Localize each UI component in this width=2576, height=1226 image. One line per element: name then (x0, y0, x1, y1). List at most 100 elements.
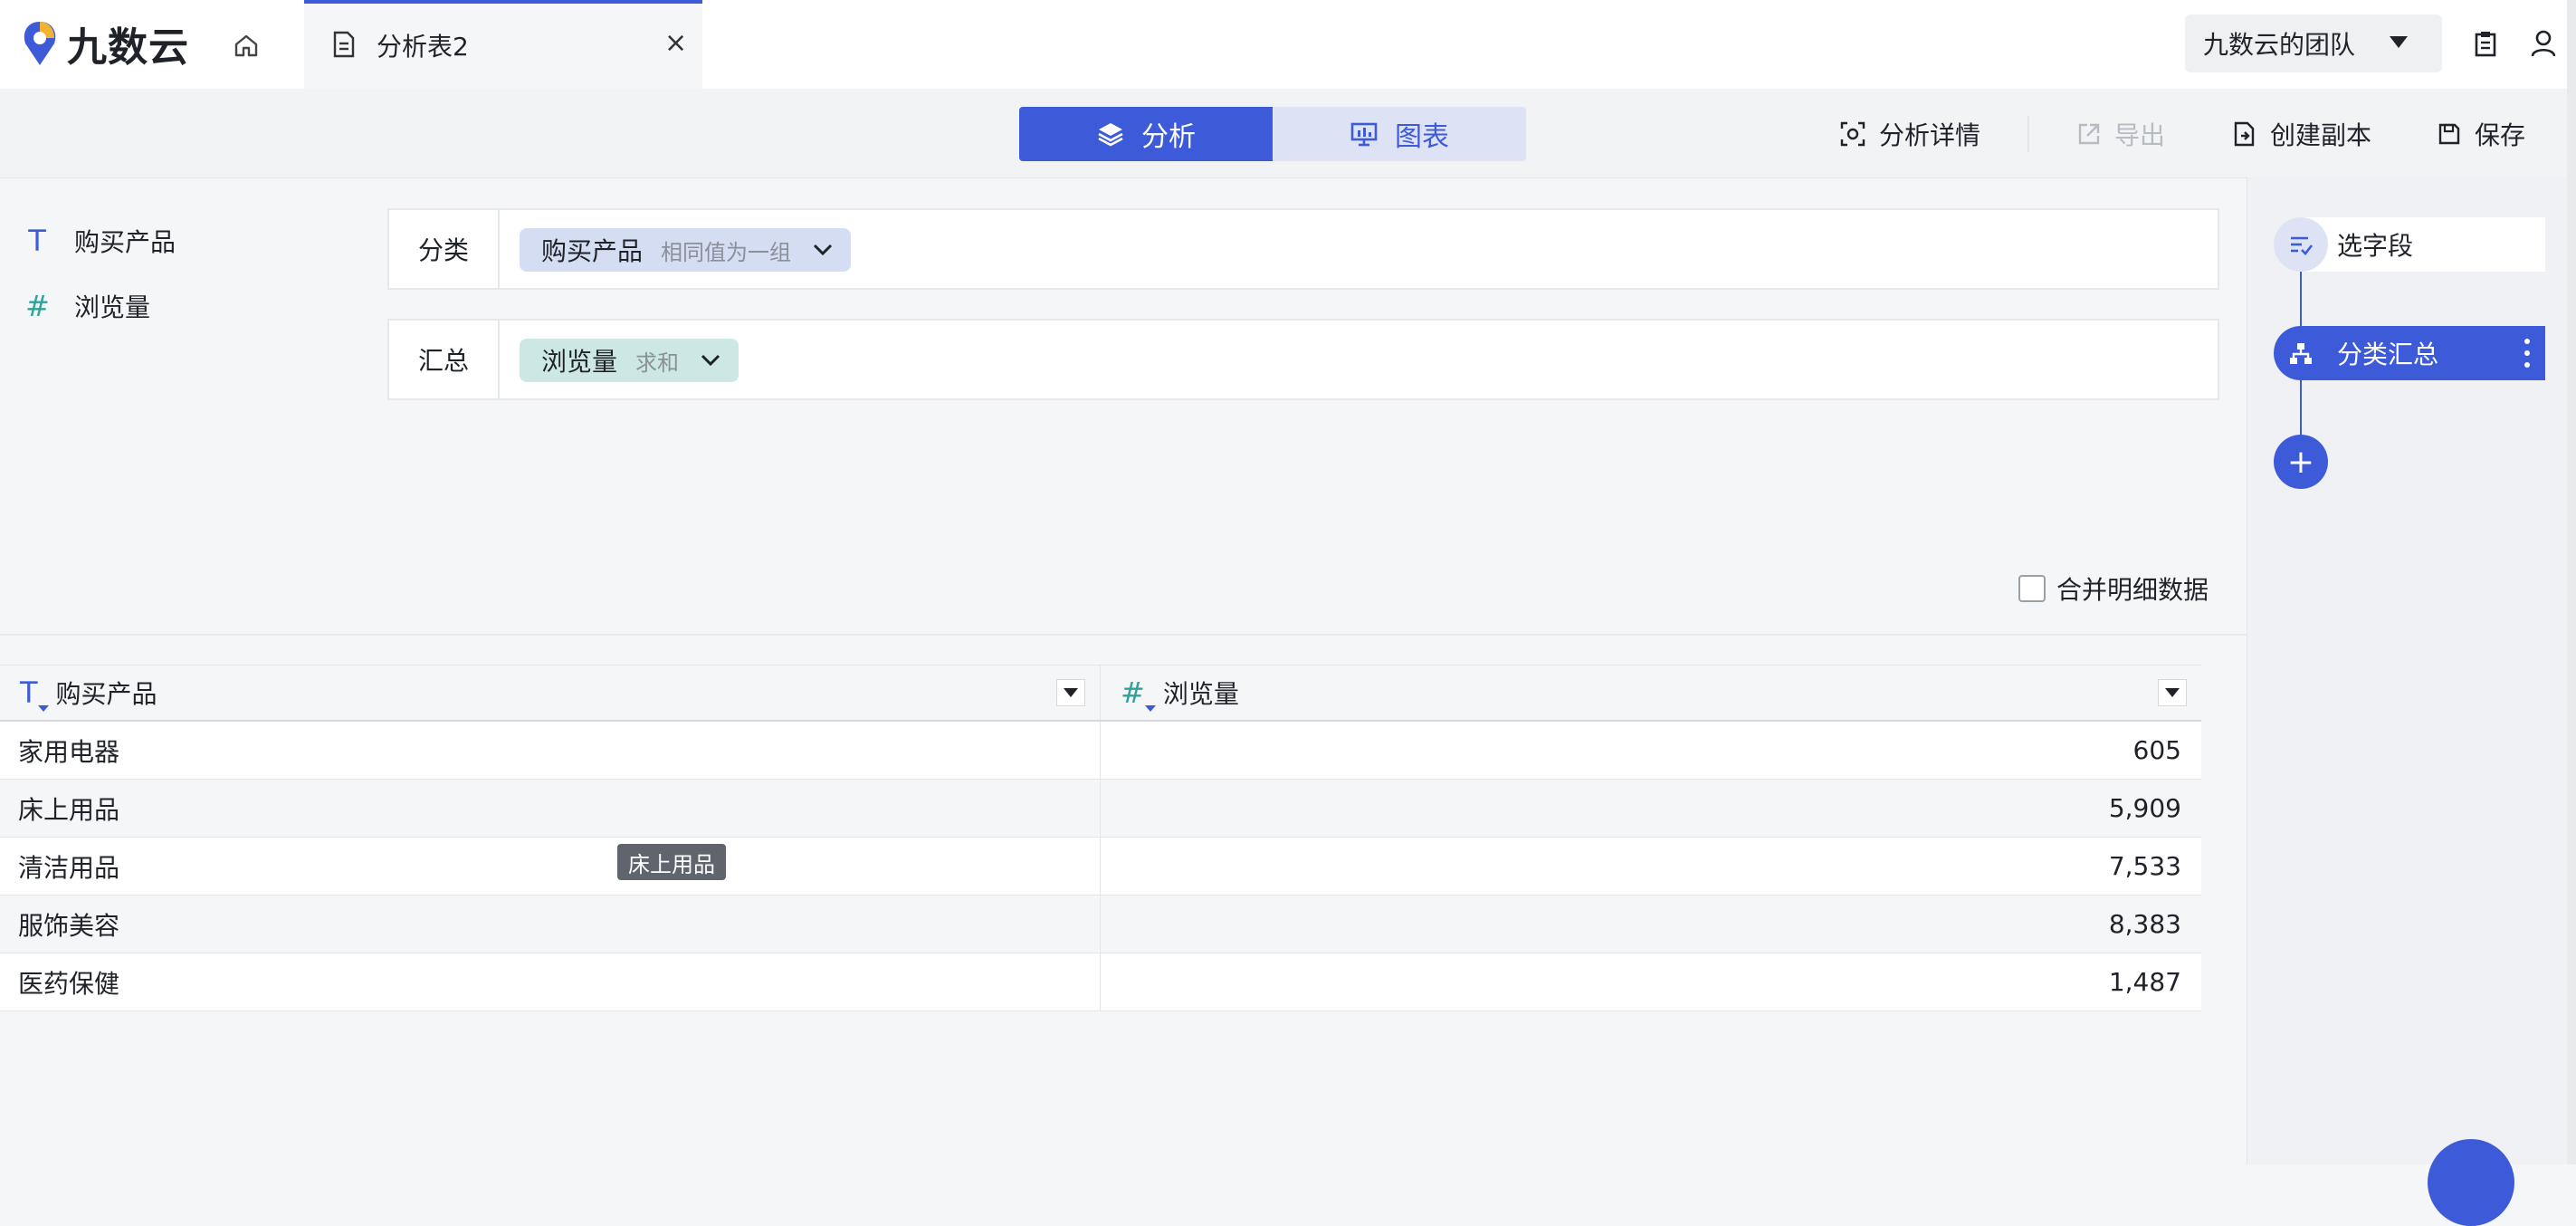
pipeline-connector (2300, 272, 2302, 326)
field-list-icon (2274, 217, 2328, 272)
pipeline-step-label: 分类汇总 (2337, 340, 2439, 369)
summary-mode: 求和 (635, 350, 680, 376)
analysis-details-label: 分析详情 (1879, 120, 1981, 150)
caret-down-icon (2390, 36, 2408, 48)
category-mode: 相同值为一组 (661, 239, 792, 265)
caret-down-icon (1064, 688, 1078, 697)
table-cell[interactable]: 床上用品 (0, 780, 1101, 837)
toolbar-divider (2027, 116, 2029, 152)
table-cell[interactable]: 605 (1101, 722, 2201, 779)
chevron-down-icon[interactable] (697, 347, 724, 374)
table-row[interactable]: 家用电器 605 (0, 722, 2201, 780)
table-cell[interactable]: 医药保健 (0, 953, 1101, 1010)
summary-field-pill[interactable]: 浏览量 求和 (520, 339, 739, 382)
create-copy-button[interactable]: 创建副本 (2232, 116, 2371, 152)
caret-down-icon (2165, 688, 2180, 697)
team-selector[interactable]: 九数云的团队 (2185, 14, 2442, 72)
clipboard-button[interactable] (2467, 25, 2504, 62)
category-field-pill[interactable]: 购买产品 相同值为一组 (520, 228, 852, 272)
hierarchy-icon (2274, 326, 2328, 380)
chart-mode-label: 图表 (1395, 121, 1449, 153)
export-icon (2078, 123, 2100, 145)
number-type-icon: # (1121, 675, 1156, 712)
column-header-product[interactable]: T 购买产品 (0, 666, 1101, 720)
table-cell[interactable]: 8,383 (1101, 896, 2201, 953)
table-row[interactable]: 医药保健 1,487 (0, 953, 2201, 1011)
home-icon (234, 34, 258, 57)
table-row[interactable]: 床上用品 5,909 (0, 780, 2201, 838)
table-cell[interactable]: 清洁用品 (0, 838, 1101, 895)
category-field-name: 购买产品 (541, 236, 644, 266)
text-type-icon: T (28, 224, 46, 258)
category-config-label: 分类 (389, 210, 500, 288)
summary-config-row: 汇总 浏览量 求和 (387, 319, 2219, 400)
chevron-down-icon[interactable] (809, 236, 836, 263)
close-tab-icon[interactable]: × (664, 27, 687, 59)
copy-document-icon (2234, 121, 2255, 147)
section-divider (0, 634, 2247, 636)
export-button[interactable]: 导出 (2076, 116, 2165, 152)
table-cell[interactable]: 1,487 (1101, 953, 2201, 1010)
home-button[interactable] (226, 25, 266, 65)
merge-detail-label: 合并明细数据 (2056, 575, 2209, 605)
scan-eye-icon (1840, 121, 1865, 147)
summary-config-label: 汇总 (389, 321, 500, 398)
merge-detail-option[interactable]: 合并明细数据 (2018, 572, 2209, 605)
table-cell[interactable]: 7,533 (1101, 838, 2201, 895)
column-header-label: 浏览量 (1162, 679, 1239, 709)
caret-down-icon (37, 705, 49, 712)
create-copy-label: 创建副本 (2270, 120, 2372, 150)
field-item-views[interactable]: # 浏览量 (25, 288, 150, 324)
logo-text: 九数云 (67, 24, 189, 71)
tab-label: 分析表2 (377, 32, 469, 62)
table-cell[interactable]: 家用电器 (0, 722, 1101, 779)
analyze-mode-label: 分析 (1141, 121, 1196, 153)
app-logo[interactable]: 九数云 (20, 18, 189, 71)
document-icon (331, 31, 357, 62)
field-item-label: 浏览量 (74, 292, 151, 322)
cell-tooltip: 床上用品 (617, 844, 726, 880)
more-vertical-icon[interactable] (2524, 339, 2531, 368)
table-header: T 购买产品 # 浏览量 (0, 666, 2201, 722)
merge-detail-checkbox[interactable] (2018, 575, 2046, 602)
summary-field-name: 浏览量 (541, 347, 618, 377)
column-header-label: 购买产品 (55, 679, 157, 709)
field-item-product[interactable]: T 购买产品 (25, 223, 176, 259)
add-step-button[interactable]: + (2274, 435, 2328, 489)
number-type-icon: # (25, 289, 50, 323)
result-table: T 购买产品 # 浏览量 家用电器 605 床上用品 5,909 清洁用品 7,… (0, 665, 2201, 1011)
save-icon (2438, 123, 2460, 145)
text-type-icon: T (20, 675, 49, 712)
floating-help-button[interactable] (2428, 1139, 2514, 1226)
column-menu-button[interactable] (2158, 679, 2187, 706)
field-item-label: 购买产品 (74, 227, 177, 257)
chart-mode-button[interactable]: 图表 (1273, 107, 1526, 161)
user-button[interactable] (2525, 25, 2562, 62)
pipeline-connector (2300, 380, 2302, 435)
save-button[interactable]: 保存 (2437, 116, 2525, 152)
export-label: 导出 (2114, 120, 2166, 150)
table-cell[interactable]: 5,909 (1101, 780, 2201, 837)
caret-down-icon (1144, 705, 1156, 712)
team-selector-label: 九数云的团队 (2203, 30, 2356, 60)
table-body: 家用电器 605 床上用品 5,909 清洁用品 7,533 服饰美容 8,38… (0, 722, 2201, 1011)
pipeline-step-group-summary[interactable]: 分类汇总 (2274, 326, 2545, 380)
clipboard-icon (2475, 32, 2496, 57)
column-header-views[interactable]: # 浏览量 (1101, 666, 2201, 720)
table-row[interactable]: 清洁用品 7,533 (0, 838, 2201, 896)
table-cell[interactable]: 服饰美容 (0, 896, 1101, 953)
pipeline-step-select-fields[interactable]: 选字段 (2274, 217, 2545, 272)
presentation-chart-icon (1350, 122, 1378, 147)
scrollbar[interactable] (2567, 0, 2576, 1164)
table-row[interactable]: 服饰美容 8,383 (0, 896, 2201, 953)
save-label: 保存 (2475, 120, 2526, 150)
column-menu-button[interactable] (1056, 679, 1085, 706)
analyze-mode-button[interactable]: 分析 (1019, 107, 1273, 161)
logo-mark-icon (24, 22, 56, 65)
analysis-details-button[interactable]: 分析详情 (1839, 116, 1980, 152)
user-icon (2531, 30, 2556, 57)
tab-analysis-table[interactable]: 分析表2 × (304, 0, 702, 89)
pipeline-step-label: 选字段 (2337, 231, 2414, 261)
category-config-row: 分类 购买产品 相同值为一组 (387, 208, 2219, 290)
layers-icon (1098, 123, 1123, 147)
